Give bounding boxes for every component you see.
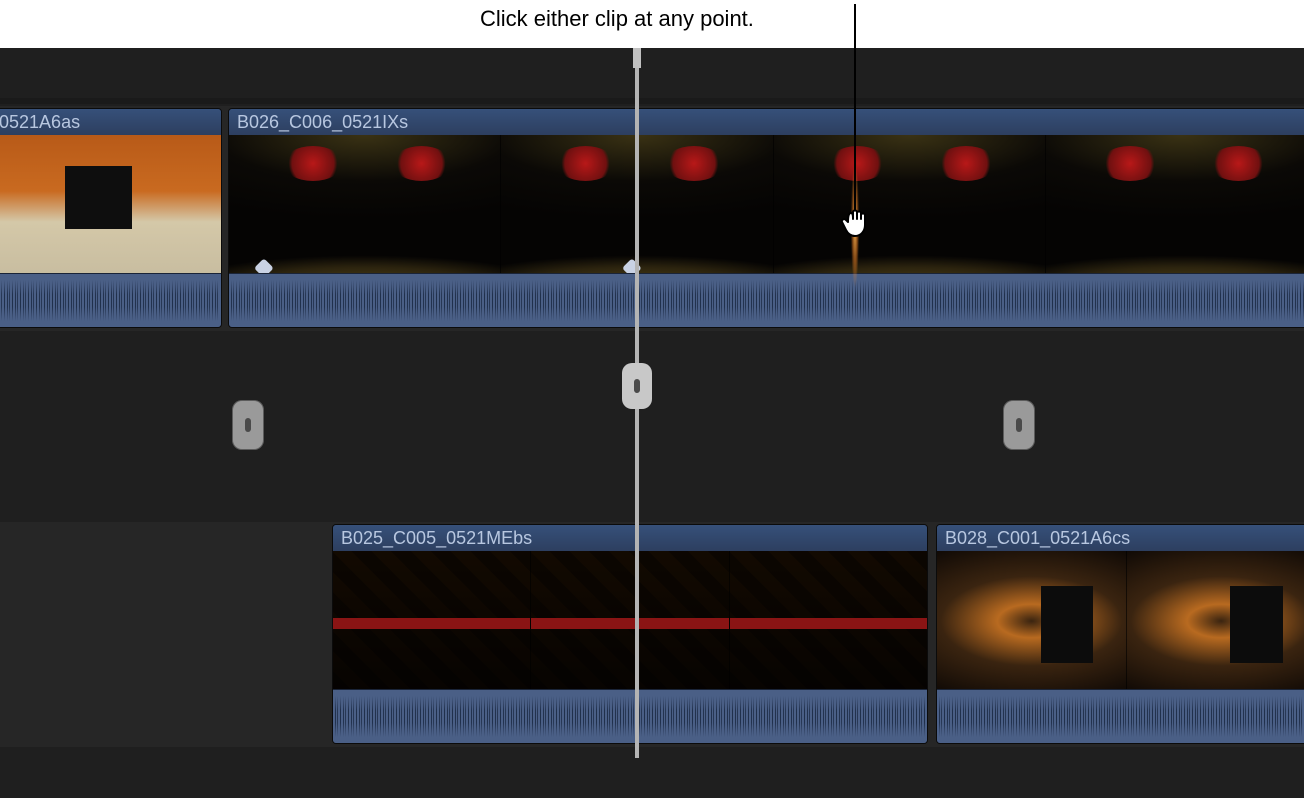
- playhead-knob[interactable]: [622, 363, 652, 409]
- thumbnail: [333, 551, 530, 691]
- clip-title: B026_C006_0521IXs: [229, 109, 1304, 135]
- thumbnail: [729, 551, 927, 691]
- thumbnail: [229, 135, 500, 275]
- waveform-graphic: [231, 280, 1304, 321]
- clip-title: B028_C001_0521A6cs: [937, 525, 1304, 551]
- annotation-leader-line: [854, 4, 856, 222]
- audio-waveform[interactable]: [229, 273, 1304, 327]
- video-track-upper[interactable]: _0521A6as B026_C006_0521IXs: [0, 106, 1304, 331]
- thumbnail: [773, 135, 1045, 275]
- clip-thumbnails: [0, 135, 221, 275]
- clip-upper-1[interactable]: _0521A6as: [0, 108, 222, 328]
- waveform-graphic: [939, 696, 1304, 737]
- thumbnail: [1126, 551, 1304, 691]
- video-track-lower[interactable]: B025_C005_0521MEbs B028_C001_0521A6cs: [0, 522, 1304, 747]
- sync-handle[interactable]: [232, 400, 264, 450]
- thumbnail: [530, 551, 728, 691]
- audio-waveform[interactable]: [0, 273, 221, 327]
- clip-thumbnails: [333, 551, 927, 691]
- hand-cursor-icon: [834, 200, 878, 244]
- thumbnail: [500, 135, 772, 275]
- audio-waveform[interactable]: [937, 689, 1304, 743]
- timeline-ruler[interactable]: [0, 98, 1304, 104]
- annotation-area: Click either clip at any point.: [0, 0, 1304, 48]
- timeline[interactable]: _0521A6as B026_C006_0521IXs: [0, 48, 1304, 798]
- clip-title: _0521A6as: [0, 109, 221, 135]
- waveform-graphic: [335, 696, 925, 737]
- clip-title: B025_C005_0521MEbs: [333, 525, 927, 551]
- thumbnail: [937, 551, 1126, 691]
- thumbnail: [0, 135, 221, 275]
- audio-waveform[interactable]: [333, 689, 927, 743]
- clip-thumbnails: [937, 551, 1304, 691]
- clip-lower-2[interactable]: B028_C001_0521A6cs: [936, 524, 1304, 744]
- keyframe-lane[interactable]: [229, 265, 1304, 273]
- keyframe-lane[interactable]: [0, 265, 221, 273]
- thumbnail: [1045, 135, 1304, 275]
- clip-thumbnails: [229, 135, 1304, 275]
- clip-upper-2[interactable]: B026_C006_0521IXs: [228, 108, 1304, 328]
- annotation-text: Click either clip at any point.: [480, 6, 754, 32]
- sync-handle[interactable]: [1003, 400, 1035, 450]
- clip-lower-1[interactable]: B025_C005_0521MEbs: [332, 524, 928, 744]
- waveform-graphic: [0, 280, 219, 321]
